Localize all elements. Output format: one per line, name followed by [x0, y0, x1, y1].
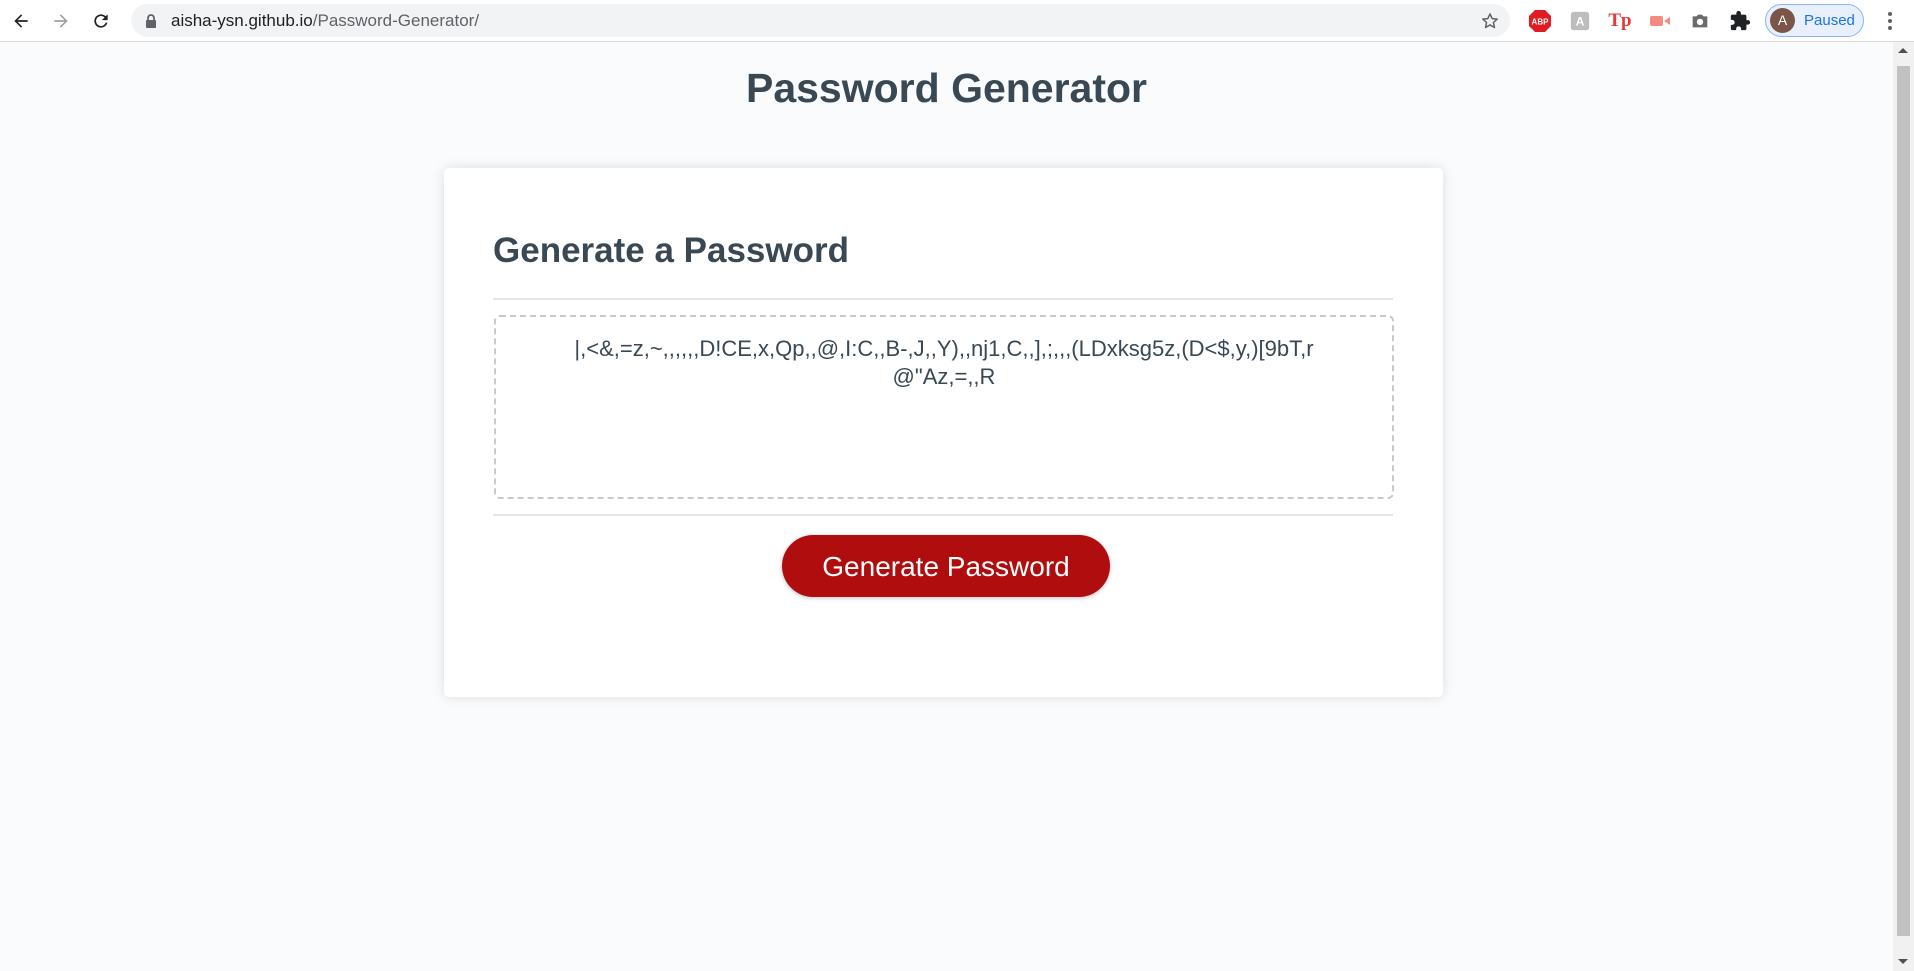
- profile-button[interactable]: A Paused: [1765, 4, 1864, 37]
- page-body: Password Generator Generate a Password |…: [0, 42, 1893, 971]
- tp-extension-icon[interactable]: Tp: [1608, 9, 1632, 33]
- back-arrow-icon: [14, 14, 28, 28]
- divider-top: [493, 298, 1393, 300]
- url-path: /Password-Generator/: [312, 11, 480, 30]
- bookmark-star-icon[interactable]: [1480, 11, 1500, 31]
- adblock-plus-icon[interactable]: ABP: [1528, 9, 1552, 33]
- divider-bottom: [493, 514, 1393, 516]
- page-title: Password Generator: [745, 65, 1148, 111]
- generate-password-button[interactable]: Generate Password: [782, 535, 1110, 597]
- password-card: Generate a Password |,<&,=z,~,,,,,,D!CE,…: [444, 168, 1443, 697]
- password-output[interactable]: |,<&,=z,~,,,,,,D!CE,x,Qp,,@,I:C,,B-,J,,Y…: [494, 315, 1394, 499]
- forward-button[interactable]: [46, 6, 76, 36]
- url-text: aisha-ysn.github.io/Password-Generator/: [171, 4, 479, 37]
- extensions-puzzle-icon[interactable]: [1728, 9, 1752, 33]
- scroll-down-arrow-icon[interactable]: [1898, 959, 1908, 964]
- browser-toolbar: aisha-ysn.github.io/Password-Generator/ …: [0, 0, 1914, 42]
- svg-text:A: A: [1576, 15, 1585, 29]
- avatar: A: [1770, 8, 1795, 33]
- url-host: aisha-ysn.github.io: [171, 11, 313, 30]
- address-bar[interactable]: aisha-ysn.github.io/Password-Generator/: [131, 4, 1510, 37]
- profile-status-label: Paused: [1804, 12, 1855, 29]
- scrollbar-thumb[interactable]: [1897, 66, 1910, 936]
- card-title: Generate a Password: [493, 231, 849, 270]
- back-button[interactable]: [6, 6, 36, 36]
- lock-icon: [146, 14, 156, 28]
- scroll-up-arrow-icon[interactable]: [1898, 48, 1908, 53]
- camera-icon[interactable]: [1688, 9, 1712, 33]
- video-extension-icon[interactable]: [1648, 9, 1672, 33]
- svg-text:ABP: ABP: [1532, 18, 1550, 27]
- browser-menu-icon[interactable]: [1878, 8, 1902, 34]
- vertical-scrollbar[interactable]: [1893, 42, 1914, 971]
- reload-button[interactable]: [86, 6, 116, 36]
- reload-icon: [94, 14, 108, 28]
- translate-extension-icon[interactable]: A: [1568, 9, 1592, 33]
- forward-arrow-icon: [54, 14, 68, 28]
